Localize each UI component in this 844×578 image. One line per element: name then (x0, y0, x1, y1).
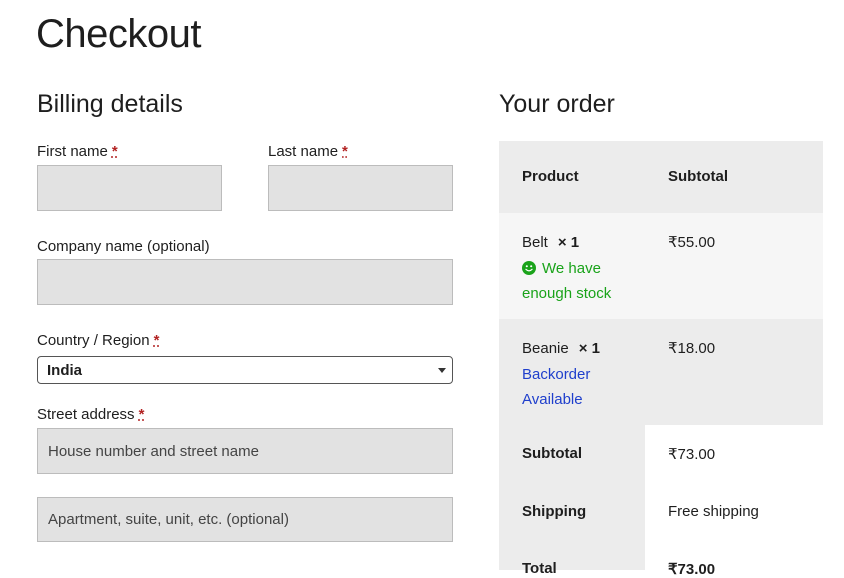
stock-status-line1: We have (542, 260, 601, 277)
country-label: Country / Region * (37, 332, 160, 349)
product-cell: Belt × 1 We have enough stock (522, 233, 611, 306)
order-review-table: Product Subtotal Belt × 1 We have enough … (499, 141, 823, 578)
company-name-label: Company name (optional) (37, 238, 210, 255)
order-item-row: Beanie × 1 Backorder Available ₹18.00 (499, 319, 823, 425)
required-mark: * (111, 143, 118, 160)
required-mark: * (342, 143, 348, 160)
item-price: ₹18.00 (668, 340, 716, 357)
order-item-row: Belt × 1 We have enough stock ₹55.00 (499, 213, 823, 319)
last-name-field[interactable] (268, 165, 453, 211)
street-address-line2-field[interactable] (37, 497, 453, 542)
first-name-label: First name * (37, 143, 118, 160)
street-address-line1-input[interactable] (38, 429, 452, 473)
subtotal-column-header: Subtotal (668, 168, 728, 185)
dropdown-arrow-icon (438, 368, 446, 373)
shipping-label: Shipping (522, 503, 587, 520)
item-price: ₹55.00 (668, 234, 716, 251)
first-name-field[interactable] (37, 165, 222, 211)
required-mark: * (153, 332, 160, 349)
total-label: Total (522, 560, 557, 577)
street-address-label: Street address * (37, 406, 145, 423)
last-name-input[interactable] (269, 166, 452, 210)
subtotal-label: Subtotal (522, 445, 582, 462)
stock-status: We have enough stock (522, 256, 611, 306)
required-mark: * (138, 406, 145, 423)
billing-details-heading: Billing details (37, 90, 183, 118)
product-quantity: × 1 (578, 340, 600, 357)
country-select[interactable]: India (37, 356, 453, 384)
product-quantity: × 1 (557, 234, 580, 251)
company-name-input[interactable] (38, 260, 452, 304)
smiley-icon (522, 261, 536, 275)
your-order-heading: Your order (499, 90, 615, 118)
stock-status-line2: enough stock (522, 285, 612, 302)
backorder-status-line2: Available (522, 391, 583, 408)
shipping-value: Free shipping (668, 503, 759, 520)
subtotal-value: ₹73.00 (668, 446, 716, 463)
order-table-header: Product Subtotal (499, 141, 823, 213)
shipping-row: Shipping Free shipping (499, 483, 823, 541)
street-address-line1-field[interactable] (37, 428, 453, 474)
country-selected-value: India (47, 362, 83, 379)
product-name: Belt (522, 234, 548, 251)
page-title: Checkout (36, 12, 201, 56)
backorder-status: Backorder Available (522, 362, 600, 412)
company-name-field[interactable] (37, 259, 453, 305)
subtotal-row: Subtotal ₹73.00 (499, 425, 823, 483)
total-value: ₹73.00 (668, 561, 716, 578)
street-address-line2-input[interactable] (38, 498, 452, 541)
product-column-header: Product (522, 168, 579, 185)
backorder-status-line1: Backorder (522, 366, 591, 383)
total-row: Total ₹73.00 (499, 541, 823, 578)
product-cell: Beanie × 1 Backorder Available (522, 339, 600, 412)
first-name-input[interactable] (38, 166, 221, 210)
last-name-label: Last name * (268, 143, 348, 160)
product-name: Beanie (522, 340, 569, 357)
